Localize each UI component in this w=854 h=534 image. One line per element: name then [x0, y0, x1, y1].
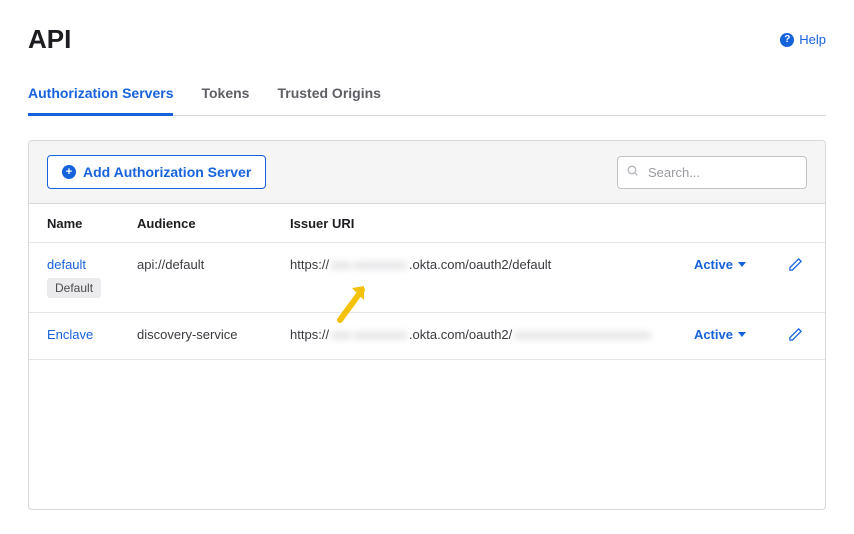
col-header-audience: Audience [119, 204, 272, 243]
authorization-servers-panel: + Add Authorization Server Name Audience… [28, 140, 826, 510]
edit-button[interactable] [788, 257, 803, 272]
col-header-edit [764, 204, 825, 243]
uri-mid: .okta.com/oauth2/ [409, 327, 512, 342]
status-dropdown[interactable]: Active [694, 257, 746, 272]
default-badge: Default [47, 278, 101, 298]
search-input[interactable] [617, 156, 807, 189]
uri-suffix-redacted: xxxxxxxxxxxxxxxxxxxxx [514, 327, 651, 342]
status-label: Active [694, 327, 733, 342]
col-header-status [671, 204, 764, 243]
uri-mid: .okta.com/oauth2/ [409, 257, 512, 272]
edit-button[interactable] [788, 327, 803, 342]
plus-icon: + [62, 165, 76, 179]
uri-prefix: https:// [290, 327, 329, 342]
tab-trusted-origins[interactable]: Trusted Origins [277, 75, 380, 116]
uri-redacted: xxx-xxxxxxxx [331, 257, 407, 272]
server-name-link[interactable]: default [47, 257, 86, 272]
page-title: API [28, 24, 71, 55]
help-label: Help [799, 32, 826, 47]
authorization-servers-table: Name Audience Issuer URI default Default… [29, 204, 825, 360]
uri-prefix: https:// [290, 257, 329, 272]
help-icon: ? [780, 33, 794, 47]
server-name-link[interactable]: Enclave [47, 327, 93, 342]
table-row: Enclave discovery-service https:// xxx-x… [29, 313, 825, 360]
col-header-name: Name [29, 204, 119, 243]
uri-redacted: xxx-xxxxxxxx [331, 327, 407, 342]
uri-suffix: default [512, 257, 551, 272]
tab-authorization-servers[interactable]: Authorization Servers [28, 75, 173, 116]
issuer-uri-cell: https:// xxx-xxxxxxxx .okta.com/oauth2/ … [290, 257, 653, 272]
help-link[interactable]: ? Help [780, 32, 826, 47]
table-header-row: Name Audience Issuer URI [29, 204, 825, 243]
search-wrap [617, 156, 807, 189]
issuer-uri-cell: https:// xxx-xxxxxxxx .okta.com/oauth2/ … [290, 327, 653, 342]
pencil-icon [788, 327, 803, 342]
tabs: Authorization Servers Tokens Trusted Ori… [28, 75, 826, 116]
add-button-label: Add Authorization Server [83, 164, 251, 180]
audience-cell: api://default [119, 243, 272, 313]
tab-tokens[interactable]: Tokens [201, 75, 249, 116]
toolbar: + Add Authorization Server [29, 141, 825, 204]
chevron-down-icon [738, 332, 746, 337]
status-dropdown[interactable]: Active [694, 327, 746, 342]
status-label: Active [694, 257, 733, 272]
add-authorization-server-button[interactable]: + Add Authorization Server [47, 155, 266, 189]
audience-cell: discovery-service [119, 313, 272, 360]
pencil-icon [788, 257, 803, 272]
page-header: API ? Help [28, 24, 826, 55]
col-header-issuer-uri: Issuer URI [272, 204, 671, 243]
table-row: default Default api://default https:// x… [29, 243, 825, 313]
chevron-down-icon [738, 262, 746, 267]
